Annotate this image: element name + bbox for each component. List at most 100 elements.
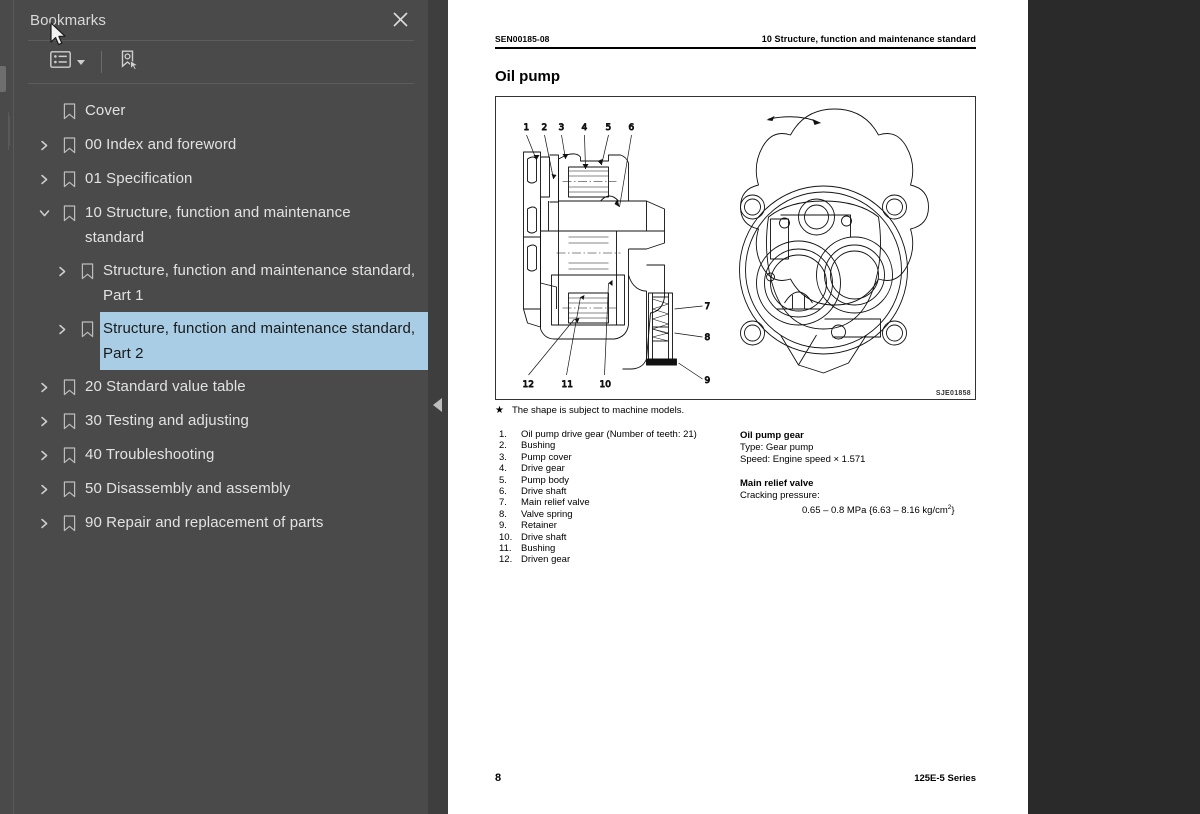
spec-valve-heading: Main relief valve bbox=[740, 478, 814, 489]
chevron-right-icon[interactable] bbox=[50, 254, 74, 288]
spec-valve-label: Cracking pressure: bbox=[740, 490, 820, 501]
chevron-right-icon[interactable] bbox=[50, 312, 74, 346]
svg-text:7: 7 bbox=[705, 302, 711, 312]
close-icon[interactable] bbox=[388, 7, 412, 31]
bookmark-options-button[interactable] bbox=[48, 49, 87, 75]
bookmark-item[interactable]: 40 Troubleshooting bbox=[14, 438, 428, 472]
panel-title: Bookmarks bbox=[30, 11, 106, 29]
chevron-right-icon[interactable] bbox=[32, 472, 56, 506]
pdf-reader-window: Bookmarks Cover 00 Index and foreword 01… bbox=[0, 0, 1200, 814]
left-rail bbox=[0, 0, 14, 814]
svg-text:11: 11 bbox=[562, 380, 573, 390]
part-name: Bushing bbox=[521, 543, 556, 555]
bookmark-item-label: 50 Disassembly and assembly bbox=[85, 480, 291, 497]
page-title: Oil pump bbox=[495, 68, 560, 85]
part-name: Pump cover bbox=[521, 451, 572, 463]
bookmark-item[interactable]: 90 Repair and replacement of parts bbox=[14, 506, 428, 540]
spec-spacer bbox=[740, 466, 955, 478]
bookmark-icon bbox=[56, 404, 82, 438]
bookmark-item[interactable]: 00 Index and foreword bbox=[14, 128, 428, 162]
bookmark-item[interactable]: Structure, function and maintenance stan… bbox=[14, 254, 428, 312]
part-list-item: 5. Pump body bbox=[499, 475, 697, 486]
part-list-item: 8. Valve spring bbox=[499, 509, 697, 520]
new-bookmark-button[interactable] bbox=[116, 49, 142, 75]
new-bookmark-icon bbox=[118, 49, 140, 76]
bookmark-item[interactable]: 50 Disassembly and assembly bbox=[14, 472, 428, 506]
bookmark-item-label: 40 Troubleshooting bbox=[85, 446, 215, 463]
section-title: 10 Structure, function and maintenance s… bbox=[761, 34, 976, 44]
chevron-right-icon[interactable] bbox=[32, 370, 56, 404]
collapse-panel-triangle-icon[interactable] bbox=[433, 398, 442, 412]
star-icon: ★ bbox=[495, 405, 504, 416]
part-number: 7. bbox=[499, 497, 507, 509]
part-name: Drive shaft bbox=[521, 531, 567, 543]
bookmark-item-label: 90 Repair and replacement of parts bbox=[85, 514, 324, 531]
spec-gear-heading: Oil pump gear bbox=[740, 430, 804, 441]
spec-valve-value: 0.65 – 0.8 MPa {6.63 – 8.16 kg/cm2} bbox=[740, 502, 955, 517]
spec-gear-speed: Speed: Engine speed × 1.571 bbox=[740, 454, 866, 465]
pdf-page: SEN00185-08 10 Structure, function and m… bbox=[448, 0, 1028, 814]
bookmark-tree: Cover 00 Index and foreword 01 Specificati… bbox=[14, 84, 428, 814]
part-number: 11. bbox=[499, 543, 512, 555]
svg-text:8: 8 bbox=[705, 333, 711, 343]
part-list-item: 7. Main relief valve bbox=[499, 497, 697, 508]
bookmarks-panel: Bookmarks Cover 00 Index and foreword 01… bbox=[14, 0, 428, 814]
bookmark-icon bbox=[56, 94, 82, 128]
part-name: Main relief valve bbox=[521, 497, 590, 509]
svg-text:9: 9 bbox=[705, 376, 711, 386]
chevron-right-icon[interactable] bbox=[32, 162, 56, 196]
bookmarks-toolbar bbox=[14, 41, 428, 83]
part-number: 12. bbox=[499, 554, 513, 566]
bookmark-icon bbox=[56, 370, 82, 404]
bookmark-item[interactable]: Structure, function and maintenance stan… bbox=[14, 311, 428, 371]
bookmarks-panel-header: Bookmarks bbox=[14, 0, 428, 40]
toolbar-divider bbox=[101, 51, 102, 73]
part-name: Retainer bbox=[521, 520, 557, 532]
part-name: Oil pump drive gear (Number of teeth: 21… bbox=[521, 429, 697, 440]
part-number: 6. bbox=[499, 486, 507, 498]
chevron-down-icon[interactable] bbox=[32, 196, 56, 230]
chevron-right-icon[interactable] bbox=[32, 438, 56, 472]
bookmark-icon bbox=[56, 438, 82, 472]
bookmark-item[interactable]: 10 Structure, function and maintenance s… bbox=[14, 196, 428, 254]
part-list-item: 4. Drive gear bbox=[499, 463, 697, 474]
part-number: 9. bbox=[499, 520, 507, 532]
svg-text:3: 3 bbox=[559, 123, 565, 133]
header-rule bbox=[495, 47, 976, 49]
chevron-right-icon[interactable] bbox=[32, 128, 56, 162]
bookmark-icon bbox=[56, 162, 82, 196]
part-list-item: 11. Bushing bbox=[499, 543, 697, 554]
bookmark-icon bbox=[74, 254, 100, 288]
bookmark-item-label: 20 Standard value table bbox=[85, 378, 246, 395]
chevron-right-icon[interactable] bbox=[32, 506, 56, 540]
specifications-block: Oil pump gear Type: Gear pump Speed: Eng… bbox=[740, 430, 955, 517]
page-running-header: SEN00185-08 10 Structure, function and m… bbox=[495, 34, 976, 49]
figure-oil-pump: 1 2 3 4 5 6 7 8 9 12 11 10 SJE01858 bbox=[495, 96, 976, 400]
bookmark-item[interactable]: Cover bbox=[14, 94, 428, 128]
part-number: 4. bbox=[499, 463, 507, 475]
bookmark-item-label: 00 Index and foreword bbox=[85, 136, 237, 153]
spec-valve-value-end: } bbox=[951, 505, 955, 517]
bookmark-item-label: Structure, function and maintenance stan… bbox=[99, 311, 428, 371]
part-list-item: 2. Bushing bbox=[499, 440, 697, 451]
chevron-down-icon bbox=[77, 59, 85, 65]
pdf-viewer-area[interactable]: SEN00185-08 10 Structure, function and m… bbox=[448, 0, 1200, 814]
document-number: SEN00185-08 bbox=[495, 34, 550, 44]
bookmark-item[interactable]: 30 Testing and adjusting bbox=[14, 404, 428, 438]
bookmark-item[interactable]: 20 Standard value table bbox=[14, 370, 428, 404]
svg-text:10: 10 bbox=[600, 380, 612, 390]
chevron-right-icon[interactable] bbox=[32, 404, 56, 438]
part-name: Pump body bbox=[521, 474, 570, 486]
rail-tab-handle[interactable] bbox=[0, 66, 6, 92]
svg-text:4: 4 bbox=[582, 123, 588, 133]
part-number: 1. bbox=[499, 429, 507, 440]
list-options-icon bbox=[50, 51, 71, 73]
bookmark-icon bbox=[74, 312, 100, 346]
spec-valve-value-main: 0.65 – 0.8 MPa {6.63 – 8.16 kg/cm bbox=[802, 505, 948, 517]
bookmark-icon bbox=[56, 506, 82, 540]
part-name: Drive shaft bbox=[521, 486, 567, 498]
sidebar-splitter[interactable] bbox=[428, 0, 448, 814]
part-name: Valve spring bbox=[521, 508, 573, 520]
part-name: Drive gear bbox=[521, 463, 565, 475]
bookmark-item[interactable]: 01 Specification bbox=[14, 162, 428, 196]
